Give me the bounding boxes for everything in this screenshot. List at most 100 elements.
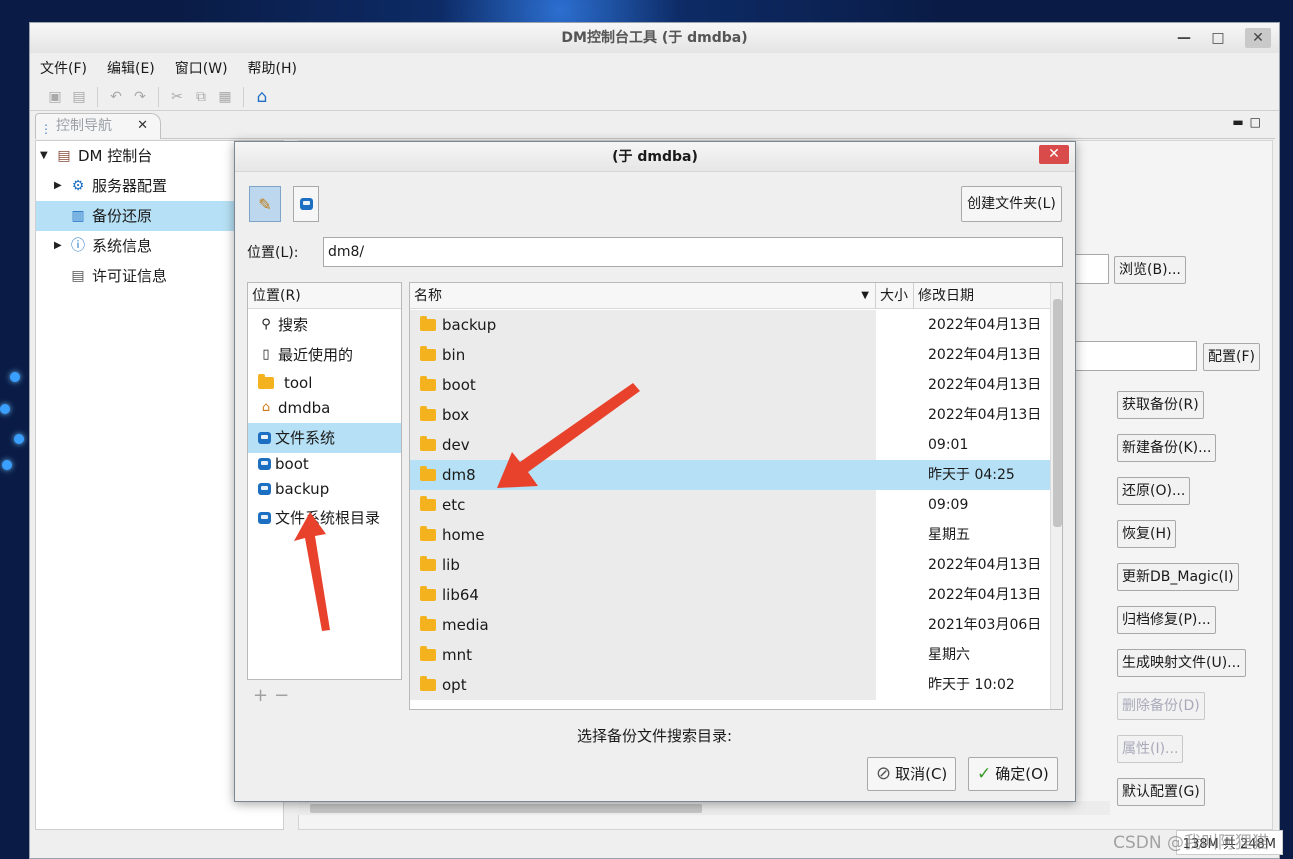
archive-repair-button[interactable]: 归档修复(P)... [1117, 606, 1216, 634]
file-row[interactable]: dev 09:01 [410, 430, 1050, 460]
column-size[interactable]: 大小 [876, 283, 914, 309]
file-row[interactable]: box 2022年04月13日 [410, 400, 1050, 430]
place-dmdba[interactable]: ⌂ dmdba [248, 395, 401, 421]
browse-button[interactable]: 浏览(B)... [1114, 256, 1186, 284]
update-db-magic-button[interactable]: 更新DB_Magic(I) [1117, 563, 1239, 591]
undo-icon[interactable]: ↶ [107, 88, 125, 106]
file-row[interactable]: mnt 星期六 [410, 640, 1050, 670]
file-name: lib [442, 556, 460, 574]
file-date: 2022年04月13日 [928, 347, 1042, 363]
menu-edit[interactable]: 编辑(E) [107, 58, 155, 78]
ok-button[interactable]: ✓ 确定(O) [968, 757, 1058, 791]
folder-icon [258, 374, 274, 389]
tree-item-system-info[interactable]: ▶ ⓘ 系统信息 [54, 231, 152, 261]
file-name-cell: boot [410, 370, 876, 400]
minimize-button[interactable]: — [1177, 23, 1191, 53]
console-icon: ▤ [57, 148, 71, 164]
panel-maximize-button[interactable]: □ [1250, 115, 1267, 129]
file-name-cell: dm8 [410, 460, 876, 490]
file-date: 2022年04月13日 [928, 317, 1042, 333]
maximize-button[interactable]: □ [1211, 23, 1225, 53]
file-list-scrollbar[interactable] [1050, 283, 1062, 709]
column-modified[interactable]: 修改日期 [914, 283, 1050, 309]
panel-minimize-button[interactable]: ▬ [1232, 115, 1249, 129]
recover-button[interactable]: 恢复(H) [1117, 520, 1177, 548]
default-config-button[interactable]: 默认配置(G) [1117, 778, 1205, 806]
place-boot[interactable]: boot [248, 451, 401, 477]
generate-map-file-button[interactable]: 生成映射文件(U)... [1117, 649, 1246, 677]
file-row[interactable]: lib64 2022年04月13日 [410, 580, 1050, 610]
file-row[interactable]: media 2021年03月06日 [410, 610, 1050, 640]
config-button[interactable]: 配置(F) [1203, 343, 1260, 371]
file-row[interactable]: opt 昨天于 10:02 [410, 670, 1050, 700]
file-date: 星期五 [928, 527, 970, 543]
file-name: home [442, 526, 485, 544]
file-date: 星期六 [928, 647, 970, 663]
horizontal-scrollbar[interactable] [298, 801, 1110, 815]
close-tab-icon[interactable]: ✕ [137, 114, 148, 138]
get-backup-button[interactable]: 获取备份(R) [1117, 391, 1204, 419]
info-icon: ⓘ [71, 238, 85, 254]
paste-icon[interactable]: ▦ [216, 88, 234, 106]
file-row[interactable]: etc 09:09 [410, 490, 1050, 520]
restore-button[interactable]: 还原(O)... [1117, 477, 1191, 505]
tree-item-label: 备份还原 [92, 207, 153, 225]
create-folder-button[interactable]: 创建文件夹(L) [961, 186, 1062, 222]
folder-icon [420, 496, 436, 511]
add-place-button[interactable]: + [253, 685, 274, 706]
file-row[interactable]: backup 2022年04月13日 [410, 310, 1050, 340]
column-name[interactable]: 名称 ▼ [410, 283, 876, 309]
type-location-button[interactable]: ✎ [249, 186, 281, 222]
drive-icon [258, 512, 271, 524]
gear-icon: ⚙ [71, 178, 85, 194]
menu-help[interactable]: 帮助(H) [248, 58, 297, 78]
save-icon[interactable]: ▣ [46, 88, 64, 106]
file-date: 09:09 [928, 497, 969, 513]
delete-backup-button[interactable]: 删除备份(D) [1117, 692, 1205, 720]
add-remove-place-controls: +− [253, 685, 295, 706]
collapse-arrow-icon[interactable]: ▶ [54, 231, 64, 261]
file-row[interactable]: home 星期五 [410, 520, 1050, 550]
file-name-cell: home [410, 520, 876, 550]
remove-place-button[interactable]: − [274, 685, 295, 706]
place-search[interactable]: ⚲ 搜索 [248, 310, 401, 340]
menu-file[interactable]: 文件(F) [40, 58, 87, 78]
file-name-cell: mnt [410, 640, 876, 670]
save-all-icon[interactable]: ▤ [70, 88, 88, 106]
drive-path-button[interactable] [293, 186, 319, 222]
new-backup-button[interactable]: 新建备份(K)... [1117, 434, 1217, 462]
location-label: 位置(L): [247, 245, 299, 261]
scrollbar-thumb[interactable] [310, 804, 702, 813]
place-filesystem-root[interactable]: 文件系统根目录 [248, 503, 401, 533]
collapse-arrow-icon[interactable]: ▶ [54, 171, 64, 201]
cut-icon[interactable]: ✂ [168, 88, 186, 106]
tab-control-navigation[interactable]: ⋮ 控制导航 ✕ [35, 113, 161, 139]
tree-root[interactable]: ▼ ▤ DM 控制台 [40, 141, 152, 171]
file-chooser-dialog: (于 dmdba) ✕ ✎ 创建文件夹(L) 位置(L): dm8/ 位置(R)… [234, 141, 1076, 802]
dialog-close-button[interactable]: ✕ [1039, 145, 1069, 164]
file-row[interactable]: dm8 昨天于 04:25 [410, 460, 1050, 490]
desktop-dot [0, 404, 10, 414]
file-row[interactable]: lib 2022年04月13日 [410, 550, 1050, 580]
tree-item-license-info[interactable]: ▤ 许可证信息 [70, 261, 167, 291]
place-backup[interactable]: backup [248, 476, 401, 502]
scrollbar-thumb[interactable] [1053, 299, 1062, 527]
place-recent[interactable]: ▯ 最近使用的 [248, 340, 401, 370]
copy-icon[interactable]: ⧉ [192, 88, 210, 106]
close-button[interactable]: ✕ [1245, 28, 1271, 48]
tree-item-server-config[interactable]: ▶ ⚙ 服务器配置 [54, 171, 167, 201]
cancel-button[interactable]: ⊘ 取消(C) [867, 757, 957, 791]
file-row[interactable]: bin 2022年04月13日 [410, 340, 1050, 370]
file-row[interactable]: boot 2022年04月13日 [410, 370, 1050, 400]
search-icon: ⚲ [261, 317, 271, 332]
home-icon[interactable]: ⌂ [253, 88, 271, 106]
menu-window[interactable]: 窗口(W) [175, 58, 228, 78]
file-name-cell: backup [410, 310, 876, 340]
place-tool[interactable]: tool [248, 370, 401, 396]
redo-icon[interactable]: ↷ [131, 88, 149, 106]
location-input[interactable]: dm8/ [323, 237, 1063, 267]
properties-button[interactable]: 属性(I)... [1117, 735, 1184, 763]
config-path-input[interactable] [1069, 341, 1197, 371]
place-filesystem[interactable]: 文件系统 [248, 423, 401, 453]
expand-arrow-icon[interactable]: ▼ [40, 141, 50, 171]
